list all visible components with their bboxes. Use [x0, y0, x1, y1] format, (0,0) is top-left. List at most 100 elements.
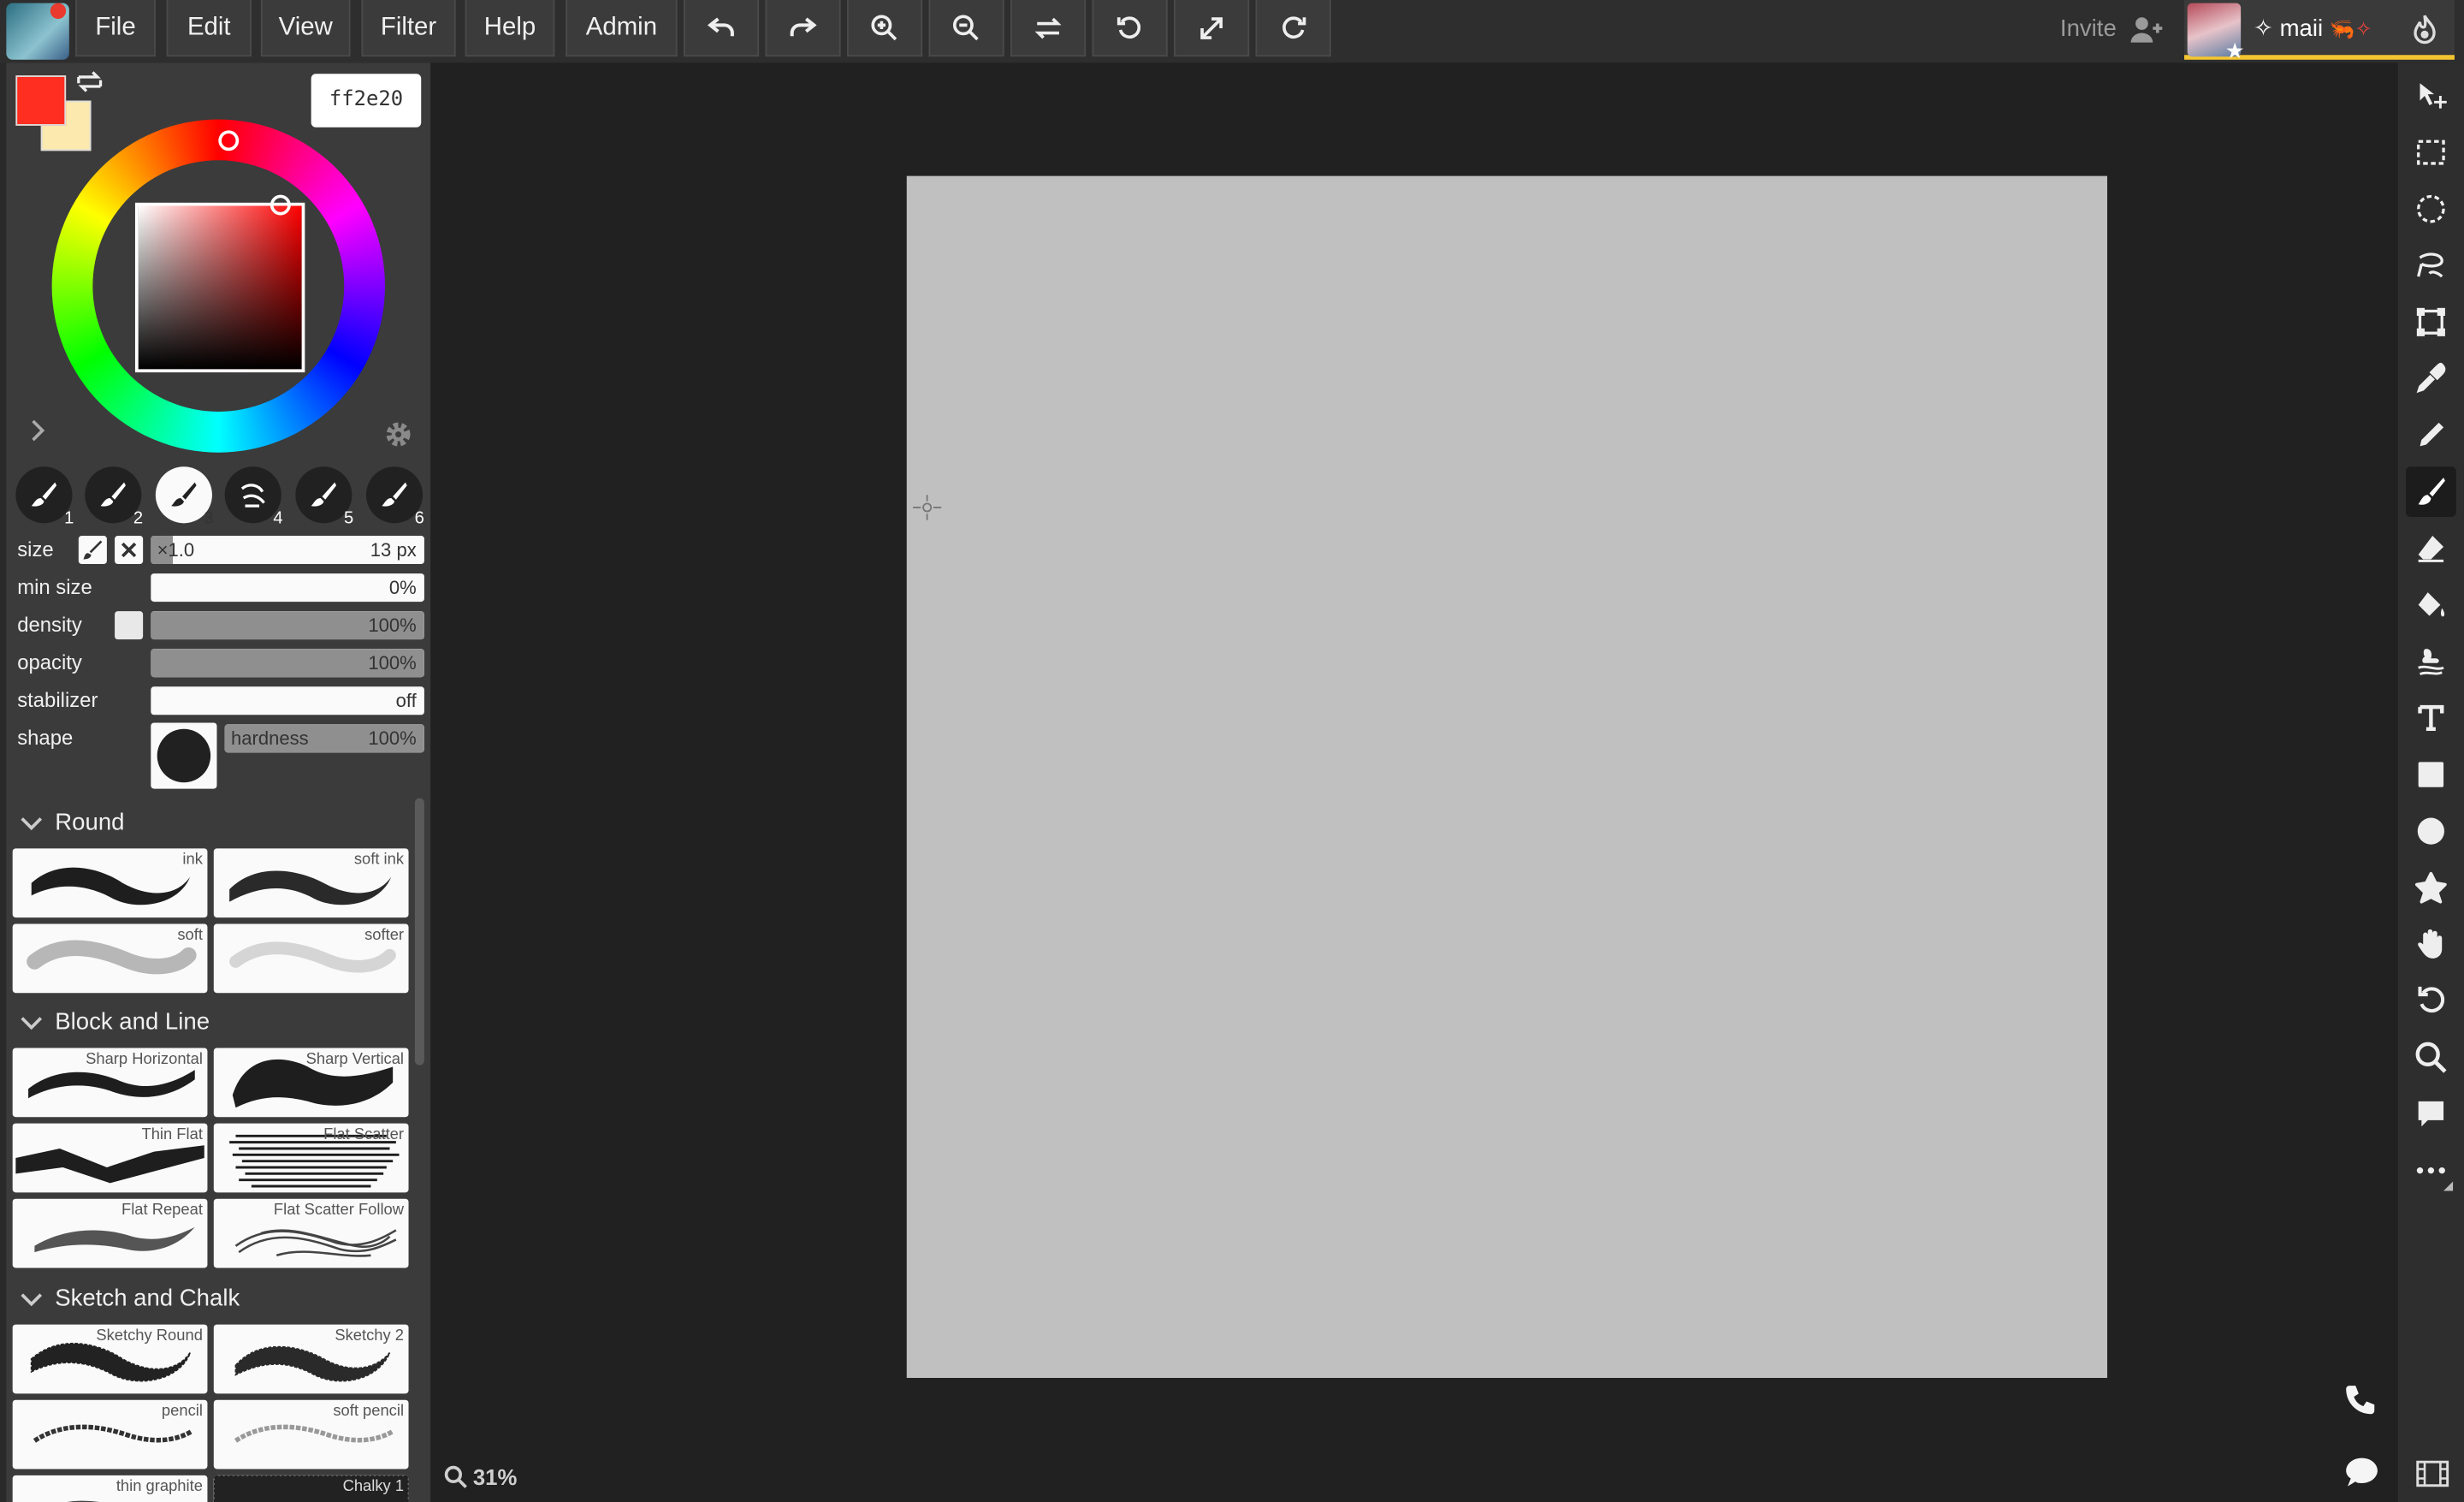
- preset-softer[interactable]: softer: [213, 923, 409, 994]
- menu-view[interactable]: View: [260, 0, 351, 57]
- pressure-size-toggle[interactable]: [78, 536, 107, 565]
- invite-link[interactable]: Invite: [2060, 15, 2117, 42]
- brush-slot-4[interactable]: 4: [224, 466, 283, 528]
- zoom-out-button[interactable]: [928, 0, 1004, 57]
- min-size-slider[interactable]: 0%: [151, 573, 424, 603]
- preset-thin-flat[interactable]: Thin Flat: [12, 1123, 208, 1193]
- gear-icon[interactable]: [383, 419, 413, 449]
- tool-pen[interactable]: [2406, 410, 2456, 460]
- menu-admin[interactable]: Admin: [566, 0, 678, 57]
- tool-smudge[interactable]: [2406, 636, 2456, 686]
- tool-lasso[interactable]: [2406, 240, 2456, 291]
- preset-sharp-vertical[interactable]: Sharp Vertical: [213, 1048, 409, 1118]
- brush-slot-1[interactable]: 1: [15, 466, 74, 528]
- group-header-round[interactable]: Round: [21, 809, 125, 836]
- preset-soft-pencil[interactable]: soft pencil: [213, 1399, 409, 1469]
- brush-list-scrollbar[interactable]: [414, 798, 424, 1066]
- brush-slot-3[interactable]: 3: [155, 466, 214, 528]
- preset-chalky-1[interactable]: Chalky 1: [213, 1475, 409, 1502]
- tool-rectangle[interactable]: [2406, 750, 2456, 800]
- menu-filter[interactable]: Filter: [361, 0, 456, 57]
- fullscreen-button[interactable]: [1174, 0, 1250, 57]
- min-size-label: min size: [17, 574, 92, 599]
- density-value: 100%: [368, 614, 417, 637]
- opacity-value: 100%: [368, 651, 417, 674]
- redo-button[interactable]: [765, 0, 841, 57]
- menu-file[interactable]: File: [75, 0, 156, 57]
- fullscreen-icon: [1200, 16, 1223, 39]
- brush-slot-2[interactable]: 2: [85, 466, 143, 528]
- tool-eraser[interactable]: [2406, 523, 2456, 573]
- transform-icon: [2416, 307, 2445, 336]
- add-user-icon[interactable]: [2129, 15, 2164, 46]
- rotate-button[interactable]: [1092, 0, 1168, 57]
- drawing-canvas[interactable]: [906, 175, 2108, 1378]
- tool-hand[interactable]: [2406, 919, 2456, 970]
- preset-sharp-horizontal[interactable]: Sharp Horizontal: [12, 1048, 208, 1118]
- username-decoration: 🦐✧: [2329, 17, 2372, 41]
- tool-shape[interactable]: [2406, 863, 2456, 913]
- preset-sketchy-round[interactable]: Sketchy Round: [12, 1324, 208, 1394]
- saturation-value-square[interactable]: [134, 202, 305, 373]
- tool-text[interactable]: [2406, 693, 2456, 744]
- density-pressure-toggle[interactable]: [115, 611, 144, 640]
- undo-button[interactable]: [683, 0, 760, 57]
- preset-pencil[interactable]: pencil: [12, 1399, 208, 1469]
- reset-view-button[interactable]: [1255, 0, 1331, 57]
- tool-move[interactable]: [2406, 71, 2456, 122]
- tool-transform[interactable]: [2406, 297, 2456, 347]
- preset-soft[interactable]: soft: [12, 923, 208, 994]
- opacity-slider[interactable]: 100%: [151, 649, 424, 678]
- preset-thin-graphite[interactable]: thin graphite: [12, 1475, 208, 1502]
- menu-help[interactable]: Help: [465, 0, 555, 57]
- brush-icon: [100, 482, 126, 507]
- expand-corner-icon[interactable]: [2443, 1181, 2454, 1191]
- tool-ellipse-select[interactable]: [2406, 184, 2456, 235]
- swap-colors-icon[interactable]: [75, 69, 104, 94]
- brush-slot-6[interactable]: 6: [365, 466, 424, 528]
- tool-rect-select[interactable]: [2406, 128, 2456, 178]
- hex-color-input[interactable]: ff2e20: [311, 74, 422, 128]
- preset-flat-repeat[interactable]: Flat Repeat: [12, 1198, 208, 1268]
- tool-rotate-view[interactable]: [2406, 976, 2456, 1026]
- chat-icon[interactable]: [2343, 1455, 2381, 1489]
- hue-marker[interactable]: [218, 130, 240, 151]
- tool-comment[interactable]: [2406, 1089, 2456, 1139]
- film-icon[interactable]: [2415, 1459, 2449, 1487]
- phone-icon[interactable]: [2343, 1383, 2378, 1417]
- hand-icon: [2418, 929, 2443, 959]
- tool-brush[interactable]: [2405, 466, 2456, 517]
- size-lock-toggle[interactable]: [115, 536, 144, 565]
- tool-eyedropper[interactable]: [2406, 353, 2456, 404]
- top-bar: File Edit View Filter Help Admin Invite …: [0, 0, 2464, 63]
- tool-zoom[interactable]: [2406, 1032, 2456, 1083]
- brush-cursor-icon: [913, 495, 942, 520]
- saturation-marker[interactable]: [270, 194, 291, 216]
- app-logo[interactable]: [6, 3, 69, 60]
- primary-color-swatch[interactable]: [15, 75, 67, 126]
- menu-edit[interactable]: Edit: [166, 0, 252, 57]
- tool-fill[interactable]: [2406, 579, 2456, 630]
- preset-flat-scatter[interactable]: Flat Scatter: [213, 1123, 409, 1193]
- tool-ellipse[interactable]: [2406, 806, 2456, 857]
- size-multiplier[interactable]: ×1.0: [157, 539, 195, 561]
- brush-slot-5[interactable]: 5: [295, 466, 353, 528]
- chevron-right-icon[interactable]: [28, 418, 47, 442]
- zoom-level[interactable]: 31%: [473, 1464, 517, 1489]
- brush-shape-preview[interactable]: [151, 722, 217, 789]
- shape-label: shape: [17, 726, 74, 750]
- fire-icon[interactable]: [2409, 13, 2441, 47]
- preset-sketchy-2[interactable]: Sketchy 2: [213, 1324, 409, 1394]
- group-header-sketch-and-chalk[interactable]: Sketch and Chalk: [21, 1285, 240, 1312]
- group-header-block-and-line[interactable]: Block and Line: [21, 1009, 210, 1036]
- zoom-in-button[interactable]: [846, 0, 923, 57]
- density-slider[interactable]: 100%: [151, 611, 424, 640]
- size-slider[interactable]: ×1.0 13 px: [151, 536, 424, 565]
- preset-soft-ink[interactable]: soft ink: [213, 848, 409, 918]
- hardness-slider[interactable]: hardness 100%: [224, 724, 424, 753]
- stabilizer-slider[interactable]: off: [151, 686, 424, 715]
- preset-flat-scatter-follow[interactable]: Flat Scatter Follow: [213, 1198, 409, 1268]
- preset-ink[interactable]: ink: [12, 848, 208, 918]
- flip-button[interactable]: [1010, 0, 1087, 57]
- opacity-label: opacity: [17, 650, 82, 674]
